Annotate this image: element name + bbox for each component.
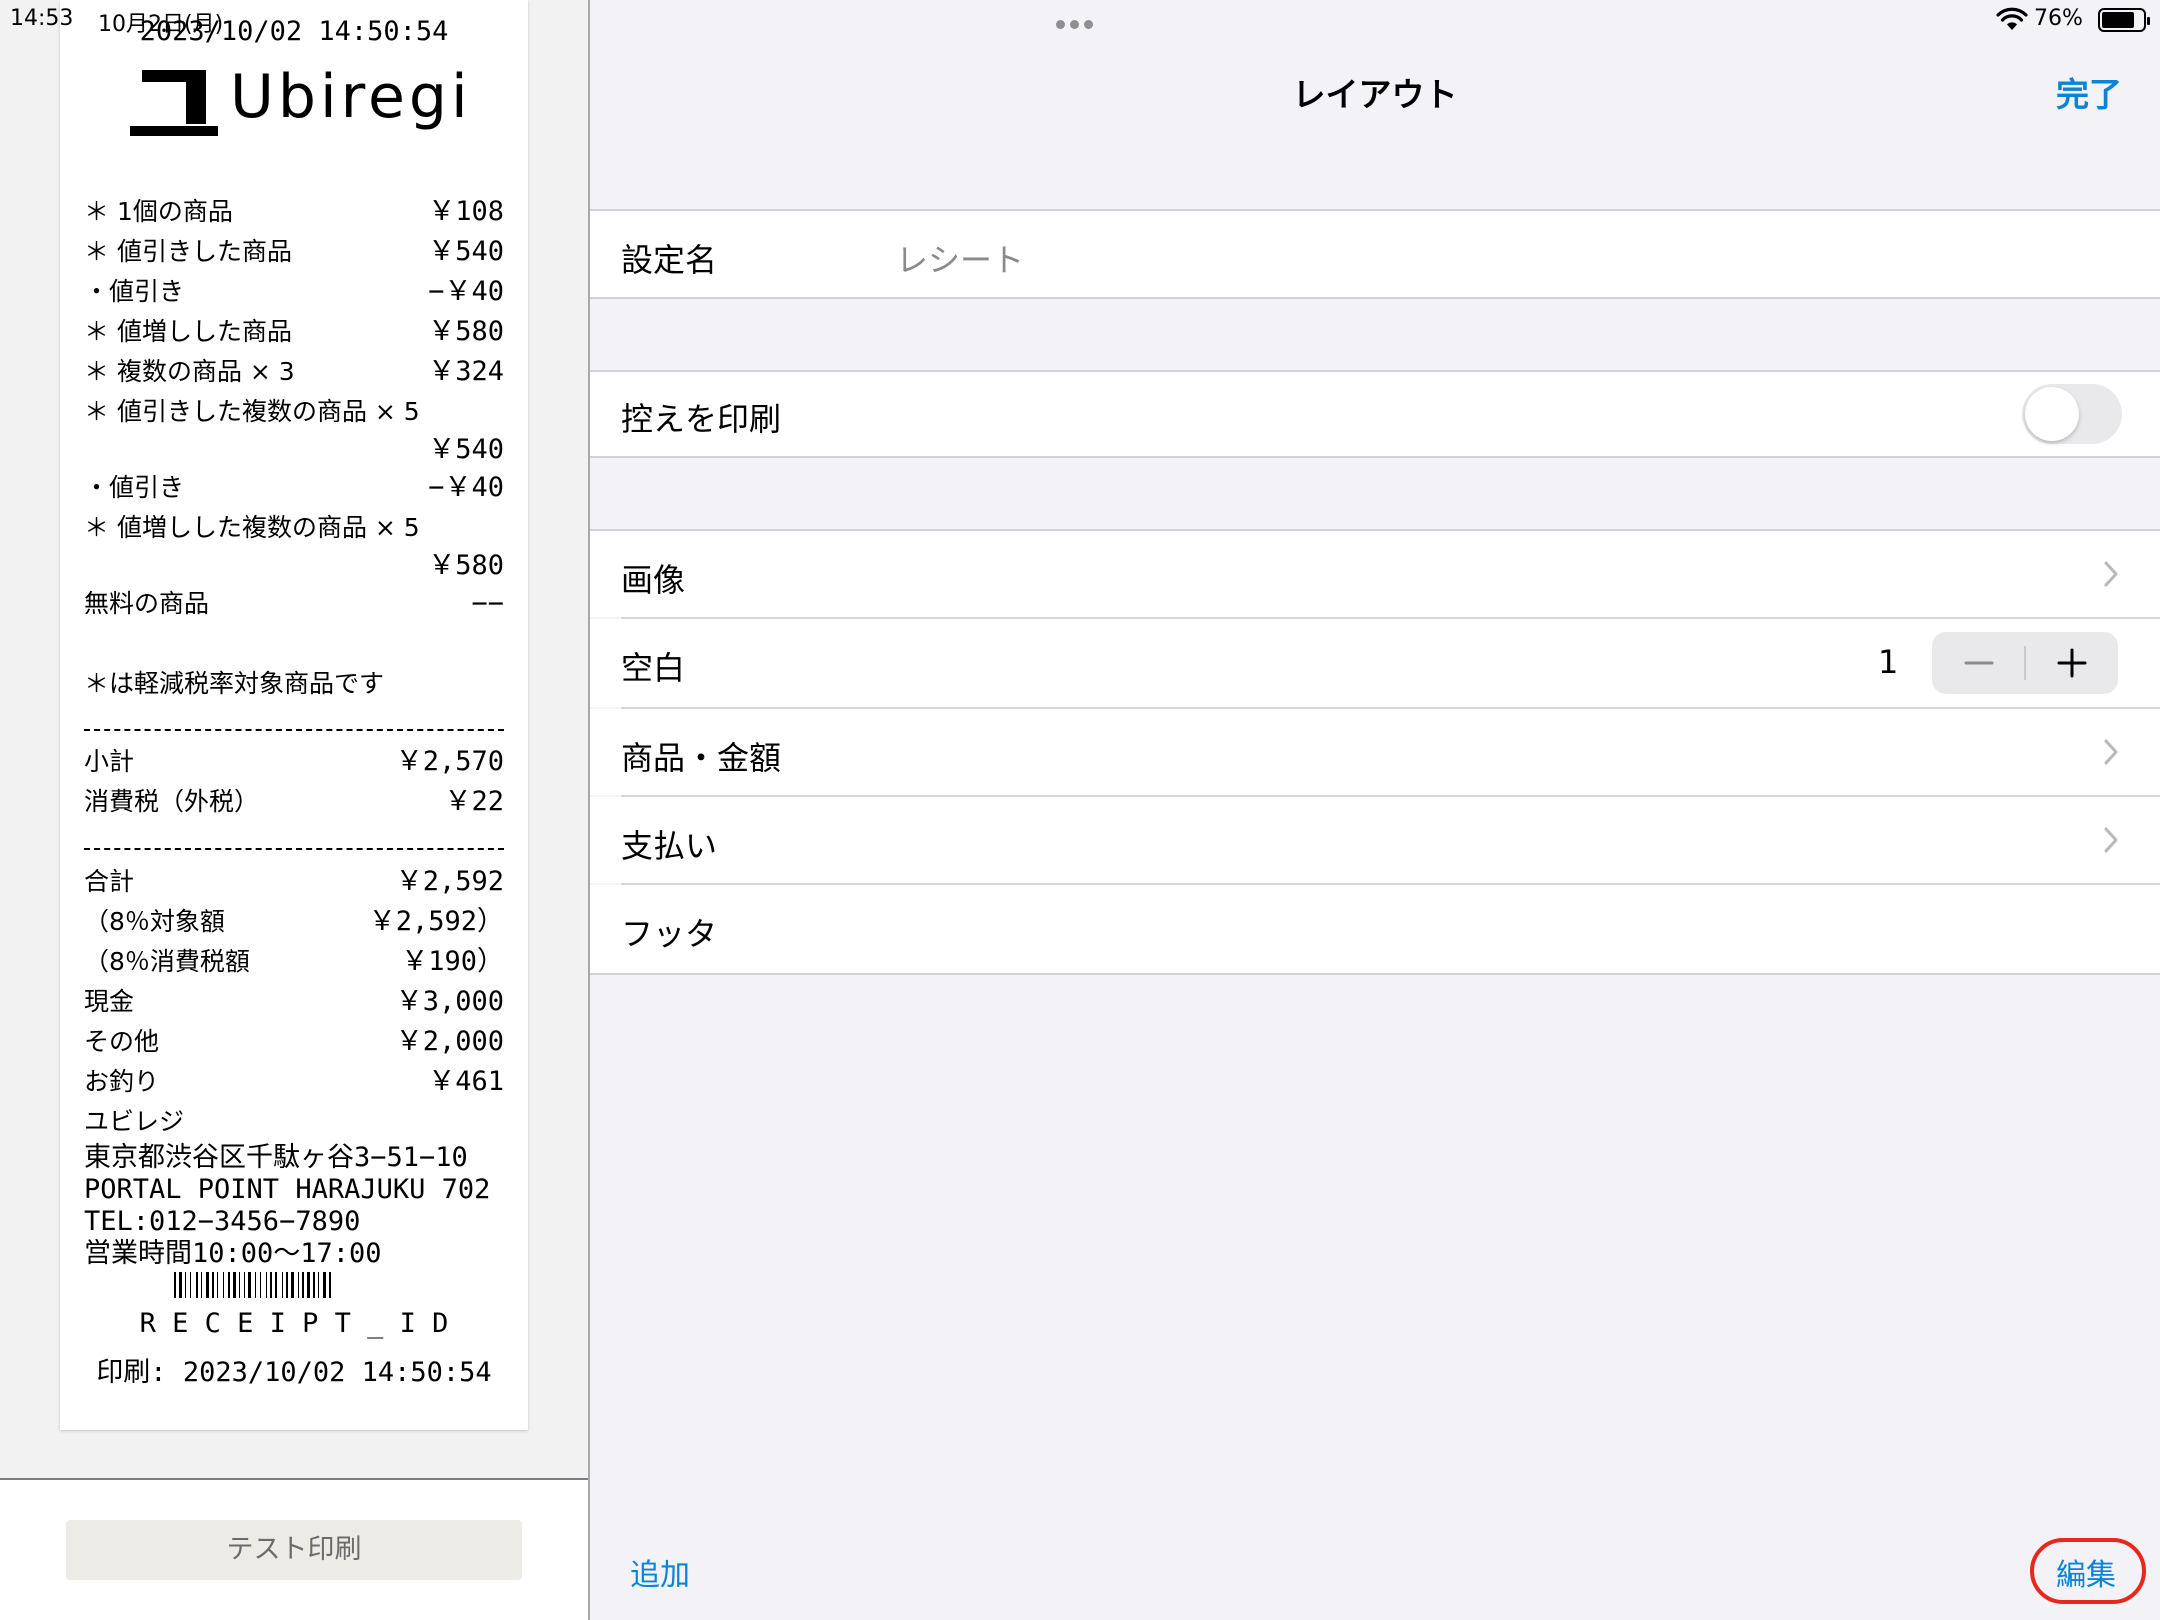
ubiregi-logo-mark-icon	[130, 70, 218, 140]
receipt-line: （8％消費税額 ￥190）	[84, 946, 504, 977]
battery-icon	[2098, 8, 2150, 32]
receipt-line: ・値引き −￥40	[84, 276, 504, 307]
edit-highlight-ring	[2030, 1538, 2146, 1604]
layout-item-image[interactable]: 画像	[590, 531, 2160, 617]
left-footer: テスト印刷	[0, 1478, 588, 1620]
layout-item-footer[interactable]: フッタ	[590, 885, 2160, 973]
barcode-icon	[174, 1272, 331, 1298]
receipt-line: お釣り ￥461	[84, 1066, 504, 1097]
blank-stepper	[1932, 632, 2118, 694]
receipt-line: ￥580	[428, 550, 504, 581]
store-hours: 営業時間10:00〜17:00	[84, 1238, 382, 1269]
receipt-line: ￥540	[428, 434, 504, 465]
receipt-line: ・値引き −￥40	[84, 472, 504, 503]
receipt-line: 消費税（外税） ￥22	[84, 786, 504, 817]
chevron-right-icon	[2104, 827, 2118, 853]
receipt-line: ＊ 値引きした商品 ￥540	[84, 236, 504, 267]
layout-item-blank: 空白 1	[590, 619, 2160, 707]
done-button[interactable]: 完了	[2056, 68, 2122, 116]
receipt-line: 現金 ￥3,000	[84, 986, 504, 1017]
receipt-line: その他 ￥2,000	[84, 1026, 504, 1057]
print-copy-row: 控えを印刷	[590, 372, 2160, 456]
setting-name-label: 設定名	[621, 241, 718, 279]
battery-percentage: 76%	[2034, 6, 2083, 31]
setting-name-row[interactable]: 設定名 レシート	[590, 211, 2160, 297]
receipt-dashed-divider	[84, 848, 504, 850]
receipt-preview: 2023/10/02 14:50:54 Ubiregi ＊ 1個の商品 ￥108 …	[60, 0, 528, 1430]
receipt-line: （8％対象額 ￥2,592）	[84, 906, 504, 937]
receipt-line: ＊ 値増しした商品 ￥580	[84, 316, 504, 347]
receipt-line: 合計 ￥2,592	[84, 866, 504, 897]
chevron-right-icon	[2104, 561, 2118, 587]
plus-icon[interactable]	[2025, 632, 2118, 694]
minus-icon[interactable]	[1932, 632, 2025, 694]
status-time: 14:53	[10, 6, 74, 31]
store-name: ユビレジ	[84, 1107, 185, 1136]
status-date: 10月2日(月)	[98, 12, 224, 37]
receipt-line: ＊ 値引きした複数の商品 × 5	[84, 397, 420, 426]
layout-item-blank-label: 空白	[621, 649, 686, 687]
layout-item-payment[interactable]: 支払い	[590, 797, 2160, 883]
add-button[interactable]: 追加	[630, 1550, 690, 1594]
test-print-button[interactable]: テスト印刷	[66, 1520, 522, 1580]
layout-item-payment-label: 支払い	[621, 827, 718, 865]
receipt-line: 無料の商品 −−	[84, 588, 504, 619]
wifi-icon	[1996, 7, 2028, 30]
receipt-id: R E C E I P T _ I D	[139, 1308, 449, 1339]
layout-item-items-amount[interactable]: 商品・金額	[590, 709, 2160, 795]
printed-datetime: 印刷: 2023/10/02 14:50:54	[96, 1357, 492, 1388]
receipt-line: ＊ 複数の商品 × 3 ￥324	[84, 356, 504, 387]
page-title: レイアウト	[1292, 75, 1458, 114]
reduced-tax-note: ＊は軽減税率対象商品です	[84, 669, 385, 698]
multitasking-dots-icon[interactable]	[1056, 14, 1100, 29]
print-copy-toggle[interactable]	[2022, 384, 2122, 444]
receipt-preview-panel: 2023/10/02 14:50:54 Ubiregi ＊ 1個の商品 ￥108 …	[0, 0, 588, 1620]
blank-value: 1	[1878, 643, 1899, 681]
layout-item-footer-label: フッタ	[621, 915, 718, 953]
chevron-right-icon	[2104, 739, 2118, 765]
layout-item-items-amount-label: 商品・金額	[621, 739, 782, 777]
receipt-dashed-divider	[84, 729, 504, 731]
receipt-line: 小計 ￥2,570	[84, 746, 504, 777]
setting-name-input[interactable]: レシート	[896, 235, 1024, 281]
ubiregi-logo: Ubiregi	[130, 62, 470, 140]
layout-item-image-label: 画像	[621, 561, 686, 599]
print-copy-label: 控えを印刷	[621, 400, 782, 438]
receipt-line: ＊ 1個の商品 ￥108	[84, 196, 504, 227]
receipt-line: ＊ 値増しした複数の商品 × 5	[84, 513, 420, 542]
